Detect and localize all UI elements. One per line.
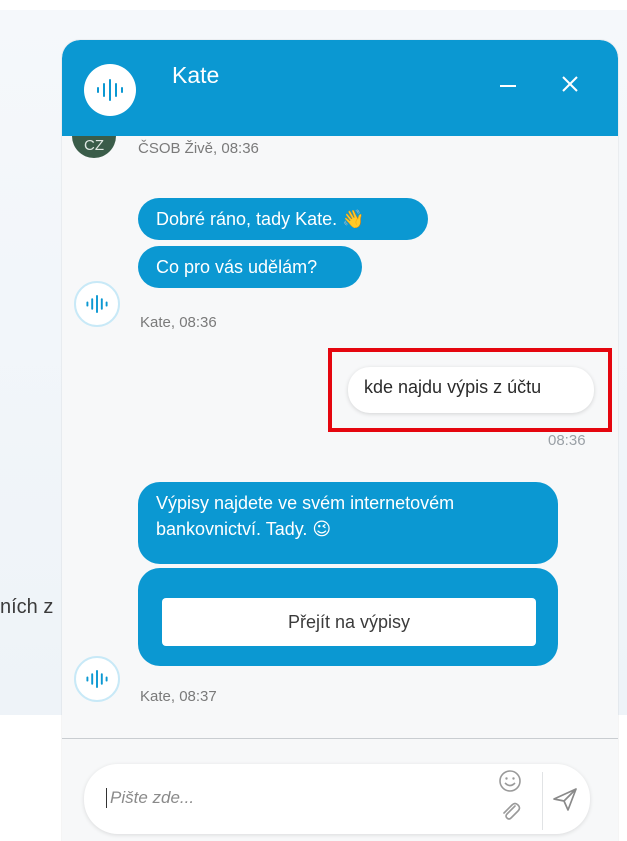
message-meta: Kate, 08:37 xyxy=(140,688,217,705)
bot-message: Co pro vás udělám? xyxy=(138,246,362,288)
message-meta: Kate, 08:36 xyxy=(140,314,217,331)
close-icon[interactable] xyxy=(560,72,580,98)
send-separator xyxy=(542,772,543,830)
bot-message: Výpisy najdete ve svém internetovém bank… xyxy=(138,482,558,564)
chat-title: Kate xyxy=(172,62,220,88)
user-message: kde najdu výpis z účtu xyxy=(348,367,594,413)
chat-window: Kate CZ ČSOB Živě, 08:36 Dobré ráno, tad… xyxy=(62,40,618,841)
chat-header: Kate xyxy=(62,40,618,136)
csob-avatar: CZ xyxy=(72,136,116,158)
kate-avatar-icon xyxy=(74,281,120,327)
message-meta: ČSOB Živě, 08:36 xyxy=(138,140,259,157)
action-card: Přejít na výpisy xyxy=(138,568,558,666)
paperclip-icon[interactable] xyxy=(497,798,523,829)
smiley-icon[interactable] xyxy=(497,768,523,799)
message-list[interactable]: CZ ČSOB Živě, 08:36 Dobré ráno, tady Kat… xyxy=(62,136,618,738)
bot-message: Dobré ráno, tady Kate. 👋 xyxy=(138,198,428,240)
go-to-statements-button[interactable]: Přejít na výpisy xyxy=(162,598,536,646)
kate-avatar-icon xyxy=(74,656,120,702)
minimize-icon[interactable] xyxy=(498,72,518,98)
send-icon[interactable] xyxy=(550,784,580,819)
background-text: ních z xyxy=(0,596,54,618)
composer-divider xyxy=(62,738,618,739)
kate-logo-icon xyxy=(84,64,136,116)
message-composer: Pište zde... xyxy=(84,764,590,834)
message-meta: 08:36 xyxy=(548,432,586,449)
message-input[interactable]: Pište zde... xyxy=(106,788,194,808)
